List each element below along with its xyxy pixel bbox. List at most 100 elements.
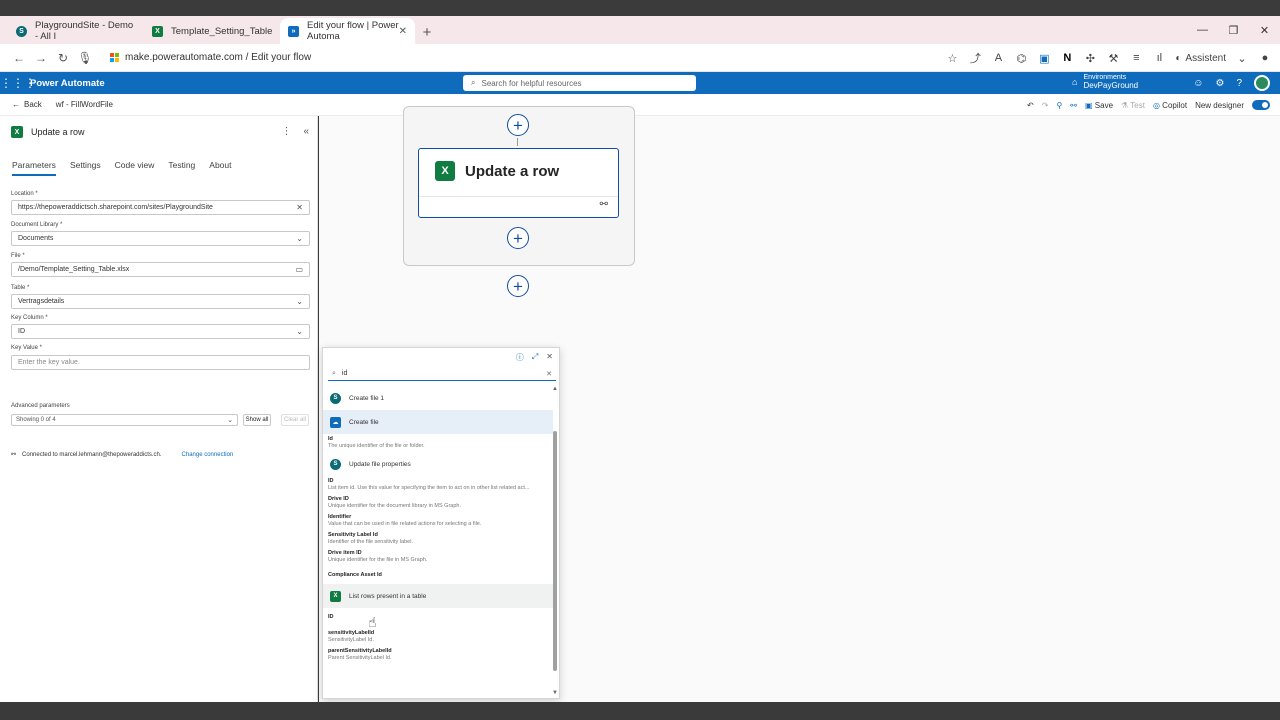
add-step-icon[interactable]: + xyxy=(507,114,529,136)
profile-icon[interactable]: ● xyxy=(1258,52,1272,64)
group-header[interactable]: S Create file 1 xyxy=(323,386,553,410)
search-icon: ⌕ xyxy=(332,369,336,377)
group-header[interactable]: S Update file properties xyxy=(323,452,553,476)
close-window-icon[interactable]: ✕ xyxy=(1249,16,1280,44)
translate-icon[interactable]: A xyxy=(991,52,1005,64)
new-tab-button[interactable]: + xyxy=(415,20,439,44)
list-item[interactable]: Sensitivity Label Id Identifier of the f… xyxy=(323,530,553,548)
group-header[interactable]: ☁ Create file xyxy=(323,410,553,434)
item-name: parentSensitivityLabelId xyxy=(328,648,392,654)
clear-search-icon[interactable]: ✕ xyxy=(546,370,552,378)
list-item[interactable]: Id The unique identifier of the file or … xyxy=(323,434,553,452)
new-designer-toggle[interactable] xyxy=(1252,100,1270,110)
tab-about[interactable]: About xyxy=(209,160,231,170)
badge-extension-icon[interactable]: ▣ xyxy=(1037,52,1051,65)
command-actions: ↶ ↷ ⚲ ⚯ ▣ Save ⚗ Test ◎ Copilot New desi… xyxy=(1027,94,1270,116)
folder-icon[interactable]: ▭ xyxy=(295,265,303,274)
redo-icon: ↷ xyxy=(1041,100,1049,110)
list-item[interactable]: ID xyxy=(323,608,553,628)
notion-icon[interactable]: N xyxy=(1060,52,1074,64)
group-header[interactable]: X List rows present in a table xyxy=(323,584,553,608)
tab-settings[interactable]: Settings xyxy=(70,160,101,170)
key-column-dropdown[interactable]: ID ⌄ xyxy=(11,324,310,339)
scrollbar-thumb[interactable] xyxy=(553,431,557,671)
undo-icon[interactable]: ↶ xyxy=(1027,101,1034,110)
environment-picker[interactable]: ⌂ Environments DevPayGround xyxy=(1072,74,1138,90)
location-field[interactable]: https://thepoweraddictsch.sharepoint.com… xyxy=(11,200,310,215)
more-options-icon[interactable]: ⋮ xyxy=(281,126,291,137)
show-all-button[interactable]: Show all xyxy=(243,414,271,426)
browser-tab-edit-flow[interactable]: » Edit your flow | Power Automa ✕ xyxy=(280,18,415,44)
audio-icon[interactable]: ıl xyxy=(1152,52,1166,64)
list-item[interactable]: ID List item id. Use this value for spec… xyxy=(323,476,553,494)
file-field[interactable]: /Demo/Template_Setting_Table.xlsx ▭ xyxy=(11,262,310,277)
back-button[interactable]: ← Back xyxy=(12,100,42,109)
app-name: Power Automate xyxy=(30,77,105,89)
browser-tab-template[interactable]: X Template_Setting_Table xyxy=(144,18,280,44)
collapse-panel-icon[interactable]: « xyxy=(303,126,309,137)
tab-code-view[interactable]: Code view xyxy=(115,160,155,170)
advanced-parameters-dropdown[interactable]: Showing 0 of 4 ⌄ xyxy=(11,414,238,426)
browser-tab-playground[interactable]: S PlaygroundSite - Demo - All I xyxy=(8,18,144,44)
change-connection-link[interactable]: Change connection xyxy=(182,452,234,458)
tool-icon[interactable]: ⚒ xyxy=(1106,52,1120,65)
chevron-down-icon: ⌄ xyxy=(296,234,303,243)
extension-icon[interactable]: ⌬ xyxy=(1014,52,1028,65)
list-item[interactable]: Compliance Asset Id xyxy=(323,566,553,584)
connections-icon[interactable]: ⚯ xyxy=(1070,101,1077,110)
list-item[interactable]: parentSensitivityLabelId Parent Sensitiv… xyxy=(323,646,553,664)
tab-testing[interactable]: Testing xyxy=(168,160,195,170)
back-arrow-icon[interactable]: ← xyxy=(8,51,30,65)
add-step-icon[interactable]: + xyxy=(507,227,529,249)
url-field[interactable]: make.powerautomate.com / Edit your flow xyxy=(110,52,311,63)
list-item[interactable]: Drive ID Unique identifier for the docum… xyxy=(323,494,553,512)
update-row-action-card[interactable]: X Update a row ⚯ xyxy=(418,148,619,218)
key-value-input[interactable]: Enter the key value. xyxy=(11,355,310,370)
microsoft-logo-icon xyxy=(110,53,119,62)
panel-title-text[interactable]: Update a row xyxy=(31,127,85,137)
puzzle-icon[interactable]: ✣ xyxy=(1083,52,1097,65)
close-icon[interactable]: ✕ xyxy=(546,352,553,363)
dynamic-content-search[interactable]: ⌕ id ✕ xyxy=(328,367,556,381)
list-item[interactable]: Identifier Value that can be used in fil… xyxy=(323,512,553,530)
close-tab-icon[interactable]: ✕ xyxy=(399,26,407,37)
library-dropdown[interactable]: Documents ⌄ xyxy=(11,231,310,246)
chevron-down-icon[interactable]: ⌄ xyxy=(1235,52,1249,65)
clear-icon[interactable]: ✕ xyxy=(296,203,303,212)
tab-parameters[interactable]: Parameters xyxy=(12,160,56,176)
avatar[interactable] xyxy=(1254,75,1270,91)
info-icon[interactable]: ⓘ xyxy=(516,352,524,363)
scrollbar[interactable]: ▲ ▼ xyxy=(552,386,558,696)
assistant-button[interactable]: ◐ Assistent xyxy=(1175,53,1226,64)
tab-label: PlaygroundSite - Demo - All I xyxy=(35,20,134,42)
scroll-down-icon[interactable]: ▼ xyxy=(552,690,558,696)
scroll-up-icon[interactable]: ▲ xyxy=(552,386,558,392)
search-input[interactable]: ⌕ Search for helpful resources xyxy=(463,75,696,91)
item-name: Sensitivity Label Id xyxy=(328,532,378,538)
flow-checker-icon[interactable]: ⚲ xyxy=(1056,101,1062,110)
notifications-icon[interactable]: ☺ xyxy=(1193,78,1203,89)
reading-list-icon[interactable]: ≡ xyxy=(1129,52,1143,64)
microphone-icon[interactable]: 🎙 xyxy=(74,51,96,65)
help-icon[interactable]: ? xyxy=(1236,78,1242,89)
power-automate-icon: » xyxy=(288,25,299,37)
add-step-icon[interactable]: + xyxy=(507,275,529,297)
item-name: Drive item ID xyxy=(328,550,362,556)
share-icon[interactable]: ⤴ xyxy=(968,50,982,66)
library-label: Document Library * xyxy=(11,222,63,228)
star-icon[interactable]: ☆ xyxy=(945,52,959,65)
save-button[interactable]: ▣ Save xyxy=(1085,101,1113,110)
sharepoint-icon: S xyxy=(330,392,341,404)
list-item[interactable]: Drive item ID Unique identifier for the … xyxy=(323,548,553,566)
gear-icon[interactable]: ⚙ xyxy=(1215,78,1224,89)
list-item[interactable]: sensitivityLabelId SensitivityLabel Id. xyxy=(323,628,553,646)
app-launcher-icon[interactable]: ⋮⋮⋮ xyxy=(0,76,36,90)
table-dropdown[interactable]: Vertragsdetails ⌄ xyxy=(11,294,310,309)
minimize-icon[interactable]: — xyxy=(1187,16,1218,44)
forward-arrow-icon[interactable]: → xyxy=(30,51,52,65)
header-icons: ☺ ⚙ ? xyxy=(1193,72,1270,94)
copilot-button[interactable]: ◎ Copilot xyxy=(1153,101,1187,110)
restore-icon[interactable]: ❐ xyxy=(1218,16,1249,44)
expand-icon[interactable]: ⤢ xyxy=(532,352,538,363)
reload-icon[interactable]: ↻ xyxy=(52,51,74,65)
